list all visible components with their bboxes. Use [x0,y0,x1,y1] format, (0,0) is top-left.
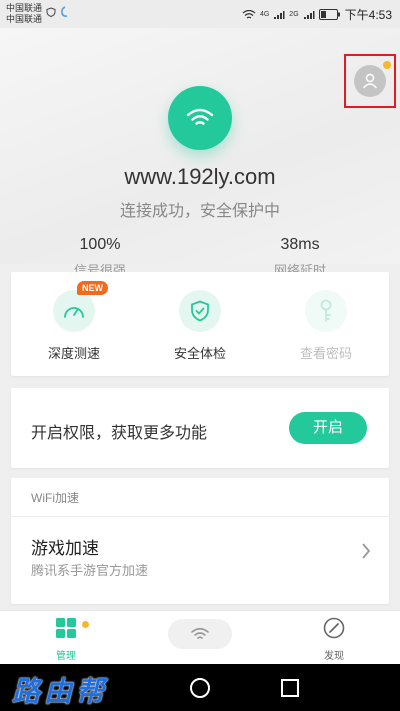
latency-value: 38ms [280,236,320,253]
view-password-button[interactable]: 查看密码 [271,290,381,362]
wifi-ssid: www.192ly.com [124,164,276,189]
signal-icon-2 [303,10,315,19]
carrier-info: 中国联通 中国联通 [6,3,42,25]
home-button[interactable] [190,678,210,698]
security-check-button[interactable]: 安全体检 [145,290,255,362]
connection-hero: www.192ly.com 连接成功，安全保护中 100% 信号很强 38ms … [0,28,400,278]
clock: 下午4:53 [344,8,392,22]
carrier-1: 中国联通 [6,3,43,13]
recent-apps-button[interactable] [281,679,299,697]
app-status-icon [61,6,68,17]
chevron-right-icon [362,543,371,559]
speed-test-button[interactable]: NEW 深度测速 [19,281,129,362]
status-left-icons [46,6,69,18]
network-2g-label: 2G [289,11,299,18]
game-acceleration-subtitle: 腾讯系手游官方加速 [31,563,149,578]
speed-test-label: 深度测速 [47,346,100,361]
battery-icon [318,9,340,20]
wifi-icon [186,108,214,125]
acceleration-header: WiFi加速 [31,491,79,505]
profile-button[interactable] [344,54,396,108]
view-password-label: 查看密码 [299,346,352,361]
tab-discover-label: 发现 [324,651,344,662]
wifi-status-icon [242,9,256,19]
tab-manage[interactable]: 管理 [26,617,106,662]
game-acceleration-title: 游戏加速 [31,539,99,558]
network-4g-label: 4G [259,11,270,18]
notification-dot [383,61,391,69]
tab-manage-label: 管理 [56,651,76,662]
grid-icon [56,618,76,638]
tools-card: NEW 深度测速 安全体检 查看密码 [11,272,389,376]
system-nav-bar: 路由帮 [0,664,400,711]
new-badge: NEW [77,281,108,295]
key-icon [305,290,347,332]
bottom-tab-bar: 管理 发现 [0,610,400,665]
speedometer-icon: NEW [53,281,108,332]
wifi-status-circle[interactable] [168,86,232,150]
permission-text: 开启权限，获取更多功能 [31,425,208,442]
avatar-icon [354,65,386,97]
compass-icon [323,617,345,639]
status-right-icons: 4G 2G 下午4:53 [242,6,392,23]
connection-status: 连接成功，安全保护中 [119,203,280,220]
enable-permission-button[interactable]: 开启 [289,412,367,444]
permission-card: 开启权限，获取更多功能 开启 [11,388,389,468]
signal-icon-1 [274,10,285,19]
watermark-logo: 路由帮 [12,675,109,708]
tab-notification-dot [82,621,89,628]
status-bar: 中国联通 中国联通 4G 2G 下午4:53 [0,0,400,28]
wifi-icon [191,627,209,639]
wifi-tab-button[interactable] [168,619,232,649]
carrier-2: 中国联通 [6,14,43,24]
shield-check-icon [179,290,221,332]
shield-status-icon [46,7,56,17]
signal-value: 100% [79,236,121,253]
game-acceleration-item[interactable]: 游戏加速 腾讯系手游官方加速 [11,517,389,604]
security-check-label: 安全体检 [173,346,226,361]
wifi-acceleration-card: WiFi加速 游戏加速 腾讯系手游官方加速 [11,478,389,604]
tab-discover[interactable]: 发现 [294,617,374,662]
